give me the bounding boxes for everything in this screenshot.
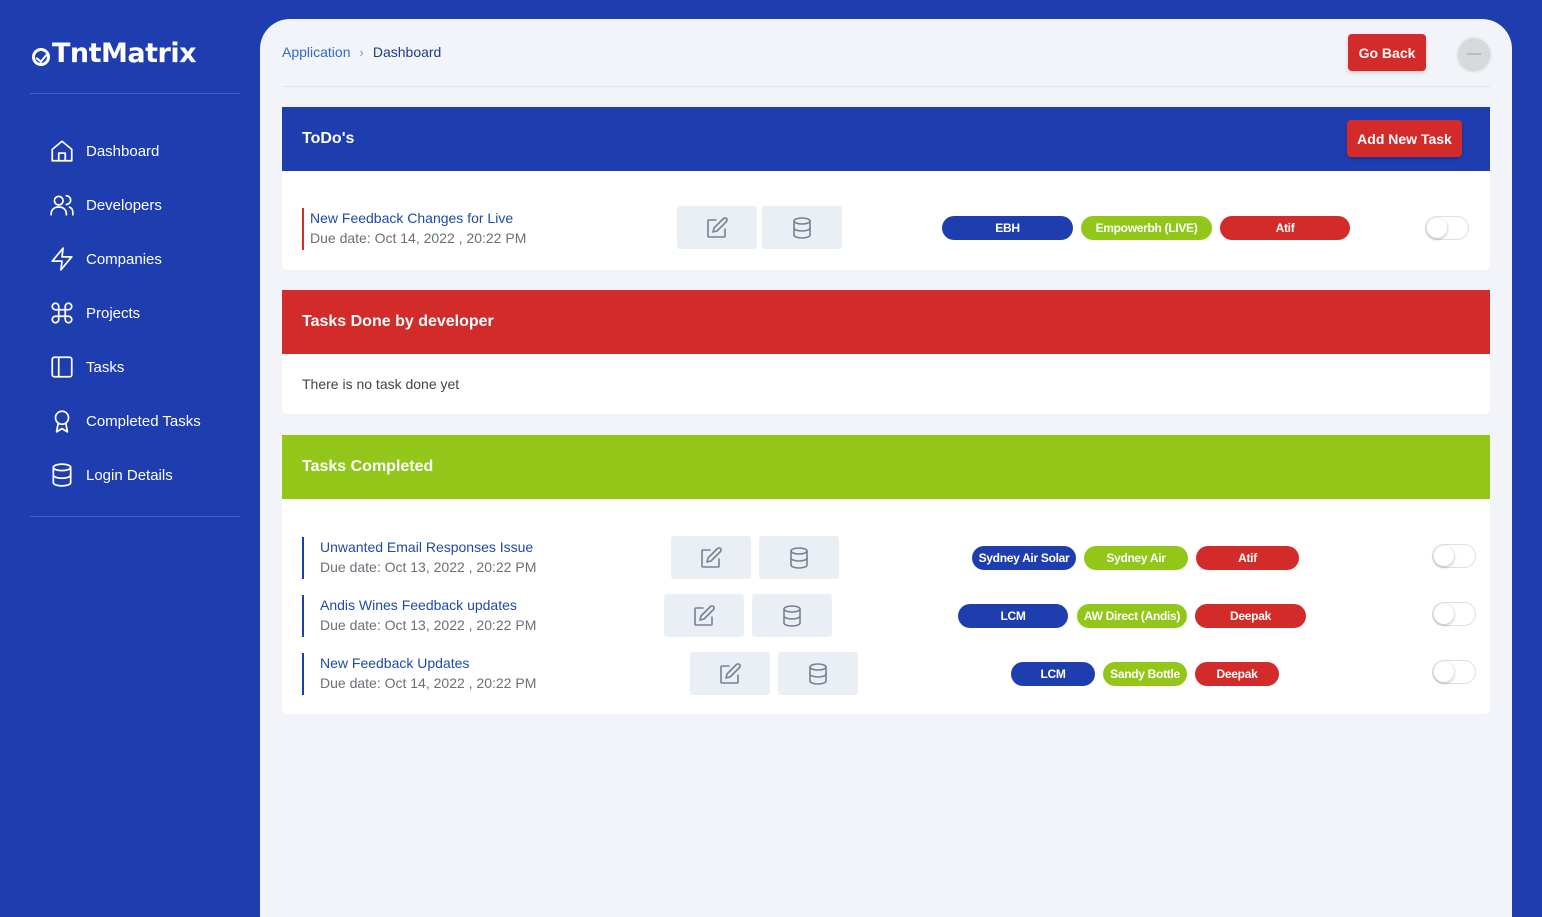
todos-card: ToDo's Add New Task New Feedback Changes… [282, 107, 1490, 270]
sidebar-item-companies[interactable]: Companies [48, 232, 248, 286]
tag-company: LCM [958, 604, 1068, 628]
command-icon [48, 299, 76, 327]
edit-button[interactable] [664, 594, 744, 637]
home-icon [48, 137, 76, 165]
chevron-right-icon: › [359, 44, 364, 60]
check-circle-icon [32, 47, 50, 66]
sidebar-divider-top [30, 93, 240, 94]
edit-button[interactable] [690, 652, 770, 695]
award-icon [48, 407, 76, 435]
status-toggle[interactable] [1432, 544, 1476, 568]
breadcrumb-current: Dashboard [372, 44, 442, 60]
main-panel: Application › Dashboard Go Back ToDo's A… [260, 19, 1512, 917]
sidebar-divider-bottom [30, 516, 240, 517]
breadcrumb-application[interactable]: Application [282, 44, 351, 60]
edit-icon [720, 662, 741, 684]
status-toggle[interactable] [1425, 216, 1469, 240]
database-button[interactable] [752, 594, 832, 637]
table-row: Andis Wines Feedback updates Due date: O… [282, 594, 1490, 637]
tag-developer: Atif [1220, 216, 1350, 240]
tag-project: Empowerbh (LIVE) [1081, 216, 1212, 240]
tag-developer: Deepak [1195, 604, 1306, 628]
sidebar-item-label: Projects [86, 304, 141, 322]
go-back-button[interactable]: Go Back [1348, 34, 1426, 71]
task-info: Unwanted Email Responses Issue Due date:… [302, 537, 536, 579]
sidebar: TntMatrix Dashboard Developers Companies [0, 0, 260, 917]
database-icon [790, 546, 808, 569]
avatar[interactable] [1458, 38, 1490, 70]
brand-logo[interactable]: TntMatrix [32, 38, 197, 69]
database-button[interactable] [762, 206, 842, 249]
brand-name: TntMatrix [52, 38, 197, 69]
tag-developer: Deepak [1195, 662, 1279, 686]
tag-company: EBH [942, 216, 1073, 240]
sidebar-item-projects[interactable]: Projects [48, 286, 248, 340]
sidebar-item-label: Tasks [86, 358, 125, 376]
tag-project: Sandy Bottle [1103, 662, 1187, 686]
table-row: New Feedback Updates Due date: Oct 14, 2… [282, 652, 1490, 695]
database-button[interactable] [759, 536, 839, 579]
database-icon [48, 461, 76, 489]
header-divider [282, 86, 1490, 87]
status-toggle[interactable] [1432, 602, 1476, 626]
users-icon [48, 191, 76, 219]
sidebar-item-dashboard[interactable]: Dashboard [48, 124, 248, 178]
todos-header: ToDo's Add New Task [282, 107, 1490, 171]
table-row: Unwanted Email Responses Issue Due date:… [282, 536, 1490, 579]
task-due-date: Due date: Oct 14, 2022 , 20:22 PM [320, 675, 537, 691]
tag-company: Sydney Air Solar [972, 546, 1076, 570]
done-by-developer-card: Tasks Done by developer There is no task… [282, 290, 1490, 414]
tag-developer: Atif [1196, 546, 1299, 570]
task-info: New Feedback Updates Due date: Oct 14, 2… [302, 653, 536, 695]
done-by-developer-title: Tasks Done by developer [302, 313, 494, 330]
tag-project: AW Direct (Andis) [1077, 604, 1187, 628]
sidebar-item-label: Login Details [86, 466, 173, 484]
table-row: New Feedback Changes for Live Due date: … [282, 206, 1490, 266]
add-new-task-button[interactable]: Add New Task [1347, 120, 1462, 157]
edit-button[interactable] [671, 536, 751, 579]
sidebar-item-label: Developers [86, 196, 162, 214]
edit-icon [694, 604, 715, 626]
sidebar-item-completed-tasks[interactable]: Completed Tasks [48, 394, 248, 448]
task-due-date: Due date: Oct 13, 2022 , 20:22 PM [320, 559, 537, 575]
task-due-date: Due date: Oct 13, 2022 , 20:22 PM [320, 617, 537, 633]
completed-header: Tasks Completed [282, 435, 1490, 499]
sidebar-item-developers[interactable]: Developers [48, 178, 248, 232]
task-title[interactable]: New Feedback Changes for Live [310, 208, 526, 228]
task-info: Andis Wines Feedback updates Due date: O… [302, 595, 536, 637]
completed-card: Tasks Completed Unwanted Email Responses… [282, 435, 1490, 714]
database-icon [793, 216, 811, 239]
database-button[interactable] [778, 652, 858, 695]
done-by-developer-header: Tasks Done by developer [282, 290, 1490, 354]
sidebar-panel-icon [48, 353, 76, 381]
sidebar-item-login-details[interactable]: Login Details [48, 448, 248, 502]
breadcrumb: Application › Dashboard [282, 44, 441, 60]
sidebar-nav: Dashboard Developers Companies Projects … [48, 124, 248, 502]
edit-icon [701, 546, 722, 568]
task-info: New Feedback Changes for Live Due date: … [302, 208, 526, 250]
edit-button[interactable] [677, 206, 757, 249]
sidebar-item-tasks[interactable]: Tasks [48, 340, 248, 394]
status-toggle[interactable] [1432, 660, 1476, 684]
todos-title: ToDo's [302, 130, 355, 147]
edit-icon [707, 216, 728, 238]
task-title[interactable]: New Feedback Updates [320, 653, 536, 673]
task-title[interactable]: Unwanted Email Responses Issue [320, 537, 536, 557]
database-icon [783, 604, 801, 627]
tag-project: Sydney Air [1084, 546, 1188, 570]
task-due-date: Due date: Oct 14, 2022 , 20:22 PM [310, 230, 527, 246]
sidebar-item-label: Dashboard [86, 142, 160, 160]
sidebar-item-label: Companies [86, 250, 162, 268]
sidebar-item-label: Completed Tasks [86, 412, 201, 430]
completed-title: Tasks Completed [302, 458, 434, 475]
tag-company: LCM [1011, 662, 1095, 686]
task-title[interactable]: Andis Wines Feedback updates [320, 595, 536, 615]
database-icon [809, 662, 827, 685]
empty-message: There is no task done yet [302, 376, 460, 392]
zap-icon [48, 245, 76, 273]
